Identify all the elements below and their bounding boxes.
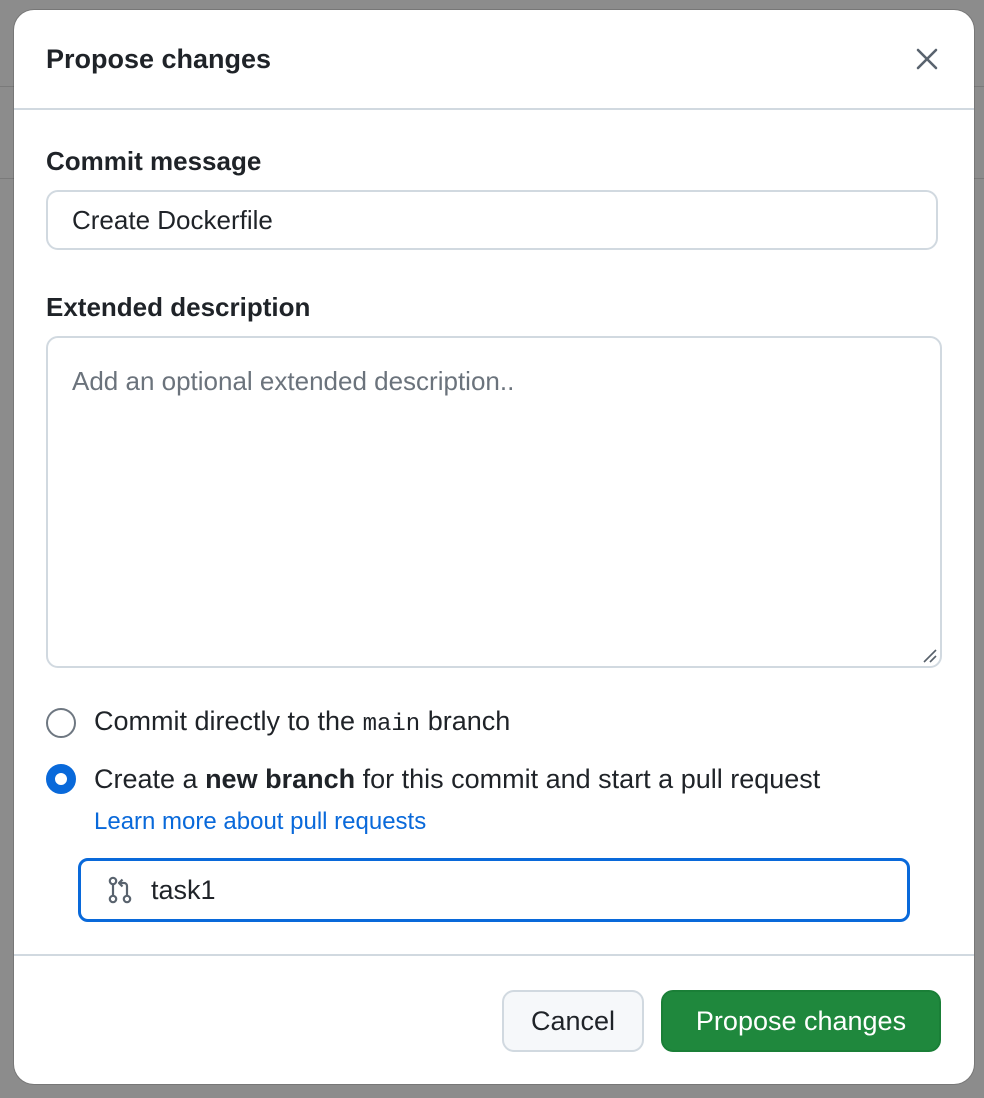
extended-description-textarea[interactable] <box>46 336 942 668</box>
new-branch-bold: new branch <box>205 764 356 794</box>
commit-directly-suffix: branch <box>420 706 511 736</box>
new-branch-prefix: Create a <box>94 764 206 794</box>
propose-changes-button[interactable]: Propose changes <box>661 990 941 1052</box>
new-branch-suffix: for this commit and start a pull request <box>355 764 821 794</box>
dialog-title: Propose changes <box>46 44 272 74</box>
commit-directly-label: Commit directly to the main branch <box>94 704 510 742</box>
propose-changes-dialog: Propose changes Commit message Extended … <box>14 10 974 1084</box>
close-button[interactable] <box>908 40 946 78</box>
commit-directly-prefix: Commit directly to the <box>94 706 363 736</box>
new-branch-label: Create a new branch for this commit and … <box>94 762 820 796</box>
commit-message-input[interactable] <box>46 190 938 250</box>
branch-name-input[interactable] <box>149 873 853 907</box>
learn-more-link[interactable]: Learn more about pull requests <box>94 807 426 837</box>
commit-directly-option[interactable]: Commit directly to the main branch <box>46 704 510 742</box>
dialog-header: Propose changes <box>14 10 974 110</box>
cancel-button[interactable]: Cancel <box>502 990 644 1052</box>
branch-name-code: main <box>362 711 421 738</box>
commit-directly-radio[interactable] <box>46 708 76 738</box>
dialog-footer: Cancel Propose changes <box>14 954 974 1084</box>
commit-message-label: Commit message <box>46 146 262 176</box>
git-pull-request-icon <box>105 875 135 905</box>
extended-description-label: Extended description <box>46 292 311 322</box>
close-icon <box>916 48 938 70</box>
new-branch-option[interactable]: Create a new branch for this commit and … <box>46 762 820 796</box>
new-branch-radio[interactable] <box>46 764 76 794</box>
branch-name-field[interactable] <box>78 858 910 922</box>
resize-grip-icon[interactable] <box>922 648 938 664</box>
